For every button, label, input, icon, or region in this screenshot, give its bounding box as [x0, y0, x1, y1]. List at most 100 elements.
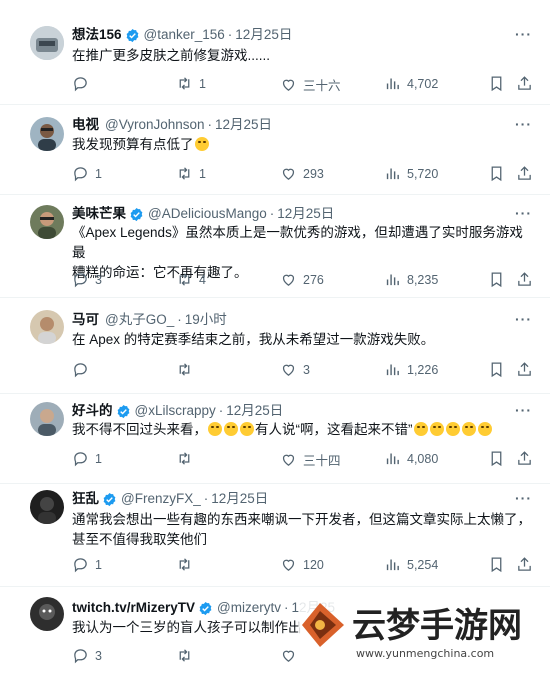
retweet-button[interactable]: [176, 647, 199, 664]
share-button[interactable]: [516, 361, 539, 378]
tweet-date[interactable]: 12月25日: [226, 402, 283, 420]
watermark-title: 云梦手游网: [352, 606, 522, 646]
tweet[interactable]: 狂乱 @FrenzyFX_ · 12月25日 ··· 通常我会想出一些有趣的东西…: [0, 484, 550, 587]
heart-icon: [282, 364, 295, 376]
retweet-button[interactable]: 4: [176, 271, 206, 288]
watermark-url: www.yunmengchina.com: [356, 647, 494, 660]
more-options-icon[interactable]: ···: [515, 402, 532, 418]
reply-button[interactable]: 3: [72, 271, 102, 288]
reply-button[interactable]: 1: [72, 165, 102, 182]
tweet-date[interactable]: 12月25日: [211, 490, 268, 508]
reply-button[interactable]: 1: [72, 450, 102, 467]
like-button[interactable]: 276: [280, 271, 324, 288]
bookmark-button[interactable]: [488, 165, 511, 182]
avatar[interactable]: [30, 26, 64, 60]
author-handle[interactable]: @ADeliciousMango: [148, 205, 267, 223]
avatar[interactable]: [30, 205, 64, 239]
author-handle[interactable]: @VyronJohnson: [105, 116, 205, 134]
like-count: 293: [303, 166, 324, 181]
views-button[interactable]: 5,720: [384, 165, 438, 182]
bookmark-icon: [491, 166, 502, 182]
tweet[interactable]: 想法156 @tanker_156 · 12月25日 ··· 在推广更多皮肤之前…: [0, 0, 550, 105]
tweet-header: 想法156 @tanker_156 · 12月25日: [72, 26, 292, 44]
share-button[interactable]: [516, 271, 539, 288]
share-icon: [518, 166, 531, 180]
author-name[interactable]: 电视: [72, 116, 99, 134]
tweet[interactable]: 美味芒果 @ADeliciousMango · 12月25日 ··· 《Apex…: [0, 195, 550, 298]
reply-button[interactable]: 3: [72, 647, 102, 664]
tweet[interactable]: 马可 @丸子GO_ · 19小时 ··· 在 Apex 的特定赛季结束之前，我从…: [0, 298, 550, 394]
avatar[interactable]: [30, 310, 64, 344]
reply-button[interactable]: [72, 361, 95, 378]
retweet-icon: [179, 363, 190, 376]
author-name[interactable]: 美味芒果: [72, 205, 126, 223]
more-options-icon[interactable]: ···: [515, 116, 532, 132]
views-button[interactable]: 8,235: [384, 271, 438, 288]
retweet-button[interactable]: [176, 361, 199, 378]
more-options-icon[interactable]: ···: [515, 26, 532, 42]
laughing-face-icon: [240, 422, 254, 436]
author-handle[interactable]: @丸子GO_: [105, 311, 174, 329]
tweet-date[interactable]: 12月25日: [215, 116, 272, 134]
tweet-text: 通常我会想出一些有趣的东西来嘲讽一下开发者，但这篇文章实际上太懒了， 甚至不值得…: [72, 510, 536, 550]
retweet-button[interactable]: 1: [176, 75, 206, 92]
reply-button[interactable]: 1: [72, 556, 102, 573]
retweet-button[interactable]: 1: [176, 165, 206, 182]
tweet-actions: 1 三十六 4,702: [68, 75, 534, 95]
heart-icon: [282, 274, 295, 286]
share-button[interactable]: [516, 75, 539, 92]
author-name[interactable]: 马可: [72, 311, 99, 329]
laughing-face-icon: [477, 422, 492, 436]
heart-icon: [282, 559, 295, 571]
views-button[interactable]: 4,080: [384, 450, 438, 467]
author-handle[interactable]: @mizerytv: [217, 599, 281, 617]
retweet-button[interactable]: [176, 556, 199, 573]
bookmark-button[interactable]: [488, 556, 511, 573]
share-button[interactable]: [516, 165, 539, 182]
bookmark-button[interactable]: [488, 75, 511, 92]
tweet-date[interactable]: 19小时: [185, 311, 227, 329]
author-handle[interactable]: @tanker_156: [144, 26, 225, 44]
more-options-icon[interactable]: ···: [515, 311, 532, 327]
like-button[interactable]: 3: [280, 361, 310, 378]
author-name[interactable]: twitch.tv/rMizeryTV: [72, 599, 195, 617]
author-name[interactable]: 好斗的: [72, 402, 113, 420]
like-button[interactable]: 三十四: [280, 450, 341, 469]
tweet[interactable]: 电视 @VyronJohnson · 12月25日 ··· 我发现预算有点低了 …: [0, 105, 550, 195]
like-button[interactable]: 293: [280, 165, 324, 182]
views-button[interactable]: 4,702: [384, 75, 438, 92]
bookmark-button[interactable]: [488, 271, 511, 288]
tweet-date[interactable]: 12月25日: [235, 26, 292, 44]
avatar[interactable]: [30, 597, 64, 631]
views-button[interactable]: 5,254: [384, 556, 438, 573]
author-handle[interactable]: @xLilscrappy: [135, 402, 216, 420]
reply-count: 1: [95, 166, 102, 181]
more-options-icon[interactable]: ···: [515, 205, 532, 221]
author-name[interactable]: 狂乱: [72, 490, 99, 508]
tweet[interactable]: 好斗的 @xLilscrappy · 12月25日 ··· 我不得不回过头来看，…: [0, 394, 550, 484]
retweet-icon: [179, 452, 190, 465]
bookmark-button[interactable]: [488, 361, 511, 378]
avatar[interactable]: [30, 117, 64, 151]
author-handle[interactable]: @FrenzyFX_: [121, 490, 201, 508]
tweet-date[interactable]: 12月25日: [277, 205, 334, 223]
retweet-count: 1: [199, 166, 206, 181]
avatar[interactable]: [30, 490, 64, 524]
tweet-actions: 3 4 276 8,235: [68, 271, 534, 291]
laughing-face-icon: [445, 422, 460, 436]
author-name[interactable]: 想法156: [72, 26, 122, 44]
retweet-button[interactable]: [176, 450, 199, 467]
share-button[interactable]: [516, 556, 539, 573]
share-button[interactable]: [516, 450, 539, 467]
reply-count: 3: [95, 648, 102, 663]
more-options-icon[interactable]: ···: [515, 490, 532, 506]
bookmark-icon: [491, 557, 502, 573]
laughing-face-icon: [413, 422, 428, 436]
like-button[interactable]: 120: [280, 556, 324, 573]
avatar[interactable]: [30, 402, 64, 436]
bookmark-button[interactable]: [488, 450, 511, 467]
like-button[interactable]: 三十六: [280, 75, 341, 94]
tweet-header: 马可 @丸子GO_ · 19小时: [72, 311, 227, 329]
reply-button[interactable]: [72, 75, 95, 92]
views-button[interactable]: 1,226: [384, 361, 438, 378]
